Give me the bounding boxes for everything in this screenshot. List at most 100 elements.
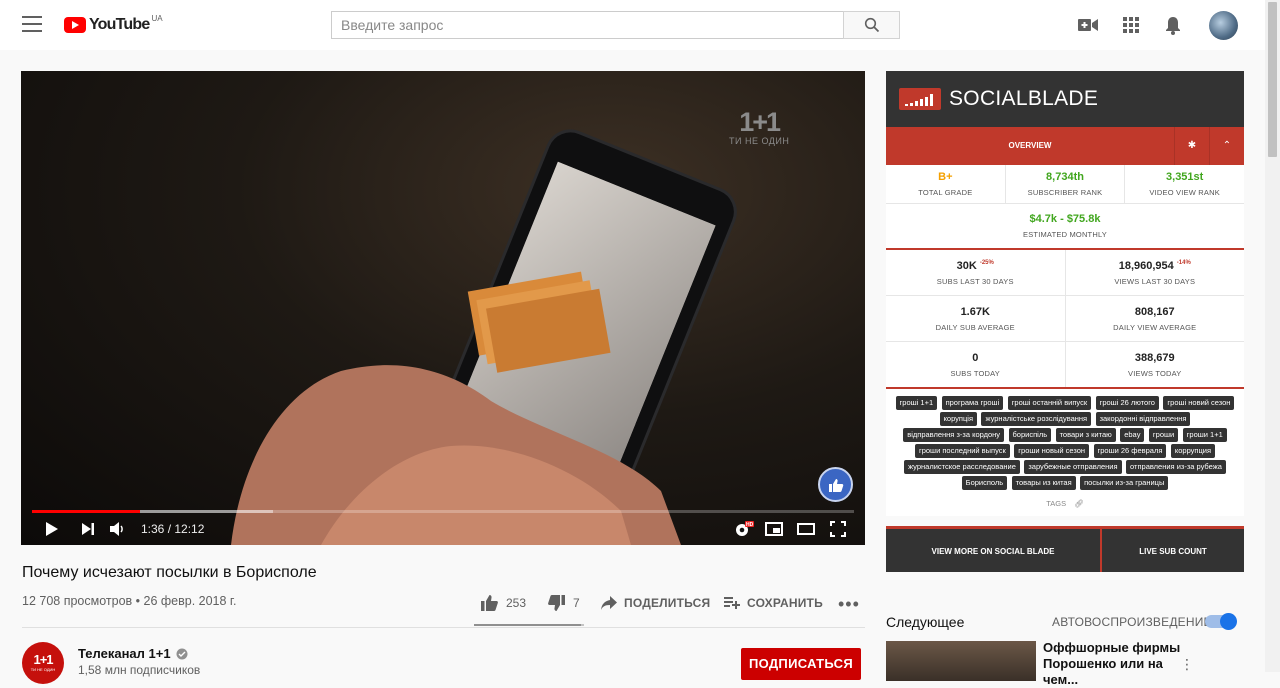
scrollbar-thumb[interactable] (1268, 2, 1277, 157)
play-icon (46, 522, 58, 536)
stat-views-today: 388,679 VIEWS TODAY (1064, 342, 1245, 387)
next-button[interactable] (79, 519, 97, 539)
sentiment-bar (474, 624, 584, 626)
tag-chip[interactable]: Борисполь (961, 476, 1008, 490)
stat-subs-30-days: 30K -25% SUBS LAST 30 DAYS (936, 260, 1014, 286)
tag-chip[interactable]: посылки из-за границы (1080, 476, 1169, 490)
gear-hd-icon: HD (736, 521, 754, 536)
tags-cloud: гроші 1+1 програма гроші гроші останній … (886, 389, 1244, 495)
next-video-thumbnail[interactable] (886, 641, 1036, 681)
bell-icon[interactable] (1163, 15, 1183, 35)
thumbs-down-icon (548, 595, 565, 611)
miniplayer-button[interactable] (764, 519, 784, 539)
play-button[interactable] (43, 519, 61, 539)
channel-avatar[interactable]: 1+1 ТИ НЕ ОДИН (22, 642, 64, 684)
video-player[interactable]: 1+1 ТИ НЕ ОДИН 1:36 / 12:12 HD (21, 71, 865, 545)
view-more-button[interactable]: VIEW MORE ON SOCIAL BLADE (886, 526, 1100, 572)
stat-estimated-monthly: $4.7k - $75.8k ESTIMATED MONTHLY (1023, 213, 1107, 239)
tab-overview[interactable]: OVERVIEW (886, 127, 1174, 165)
stat-views-30-days: 18,960,954 -14% VIEWS LAST 30 DAYS (1064, 250, 1245, 295)
search-box (331, 11, 900, 39)
tag-chip[interactable]: гроші 26 лютого (1095, 396, 1159, 410)
tag-chip[interactable]: гроши последний выпуск (914, 444, 1010, 458)
socialblade-panel: SOCIALBLADE OVERVIEW ✱ ⌃ B+ TOTAL GRADE … (886, 71, 1244, 572)
tag-chip[interactable]: гроші останній випуск (1007, 396, 1092, 410)
like-button[interactable]: 253 (481, 594, 526, 612)
tag-chip[interactable]: гроші 1+1 (895, 396, 938, 410)
tag-chip[interactable]: журналистское расследование (904, 460, 1020, 474)
gear-icon[interactable]: ✱ (1174, 127, 1209, 165)
miniplayer-icon (765, 522, 783, 536)
theater-icon (797, 523, 815, 535)
tag-chip[interactable]: гроши новый сезон (1014, 444, 1090, 458)
share-button[interactable]: ПОДЕЛИТЬСЯ (601, 594, 710, 612)
region-code: UA (151, 14, 163, 23)
tag-chip[interactable]: бориспіль (1008, 428, 1052, 442)
tag-chip[interactable]: коррупция (1170, 444, 1216, 458)
tag-chip[interactable]: гроши 26 февраля (1093, 444, 1167, 458)
more-vert-icon[interactable]: ⋮ (1180, 656, 1194, 673)
socialblade-tabbar: OVERVIEW ✱ ⌃ (886, 127, 1244, 165)
tag-chip[interactable]: закордонні відправлення (1095, 412, 1191, 426)
settings-button[interactable]: HD (734, 519, 754, 539)
save-label: СОХРАНИТЬ (747, 596, 823, 610)
youtube-play-icon (64, 17, 86, 33)
socialblade-stats: B+ TOTAL GRADE 8,734th SUBSCRIBER RANK 3… (886, 165, 1244, 516)
subscribe-button[interactable]: ПОДПИСАТЬСЯ (741, 648, 861, 680)
channel-watermark: 1+1 ТИ НЕ ОДИН (729, 107, 790, 146)
tag-chip[interactable]: зарубежные отправления (1024, 460, 1122, 474)
theater-mode-button[interactable] (796, 519, 816, 539)
thumbs-up-icon (828, 478, 843, 492)
divider (22, 627, 865, 628)
dislike-button[interactable]: 7 (548, 594, 580, 612)
stat-subscriber-rank: 8,734th SUBSCRIBER RANK (1004, 165, 1125, 203)
video-title: Почему исчезают посылки в Борисполе (22, 564, 317, 581)
up-next-heading: Следующее (886, 614, 965, 630)
more-actions-icon[interactable]: ••• (838, 595, 860, 613)
tag-chip[interactable]: отправления из-за рубежа (1126, 460, 1226, 474)
tag-chip[interactable]: відправлення з-за кордону (903, 428, 1005, 442)
socialblade-logo-icon (899, 88, 941, 110)
seek-bar[interactable] (32, 510, 854, 513)
youtube-logo[interactable]: YouTube UA (64, 14, 163, 36)
stat-daily-view-average: 808,167 DAILY VIEW AVERAGE (1064, 296, 1245, 341)
tag-chip[interactable]: програма гроші (941, 396, 1004, 410)
account-avatar[interactable] (1209, 11, 1238, 40)
tag-chip[interactable]: корупція (939, 412, 978, 426)
video-camera-icon[interactable] (1078, 15, 1098, 35)
autoplay-toggle[interactable] (1205, 613, 1237, 630)
stat-daily-sub-average: 1.67K DAILY SUB AVERAGE (935, 306, 1015, 332)
dislike-count: 7 (573, 596, 580, 610)
search-button[interactable] (843, 11, 900, 39)
like-count: 253 (506, 596, 527, 610)
volume-button[interactable] (109, 519, 127, 539)
search-input[interactable] (331, 11, 843, 39)
channel-subscriber-count: 1,58 млн подписчиков (78, 663, 201, 677)
menu-icon[interactable] (22, 16, 42, 32)
played-bar (32, 510, 140, 513)
chevron-up-icon[interactable]: ⌃ (1209, 127, 1244, 165)
tag-chip[interactable]: ebay (1120, 428, 1145, 442)
tag-chip[interactable]: гроші новий сезон (1163, 396, 1235, 410)
save-button[interactable]: СОХРАНИТЬ (724, 594, 823, 612)
svg-text:HD: HD (746, 522, 754, 528)
tags-footer: TAGS 🔗︎ (1046, 499, 1084, 508)
tag-chip[interactable]: товари з китаю (1055, 428, 1116, 442)
channel-name[interactable]: Телеканал 1+1 (78, 646, 188, 661)
tag-chip[interactable]: гроши (1148, 428, 1179, 442)
share-arrow-icon (601, 596, 617, 610)
live-sub-count-button[interactable]: LIVE SUB COUNT (1102, 526, 1244, 572)
socialblade-like-button[interactable] (818, 467, 853, 502)
logo-text: YouTube (89, 16, 150, 33)
next-video-title[interactable]: Оффшорные фирмы Порошенко или на чем... (1043, 640, 1193, 688)
toggle-knob (1220, 613, 1237, 630)
socialblade-footer: VIEW MORE ON SOCIAL BLADE LIVE SUB COUNT (886, 526, 1244, 572)
volume-icon (110, 522, 123, 536)
apps-grid-icon[interactable] (1121, 15, 1141, 35)
tag-chip[interactable]: гроши 1+1 (1182, 428, 1227, 442)
tag-chip[interactable]: журналістське розслідування (981, 412, 1092, 426)
channel-name-text: Телеканал 1+1 (78, 646, 171, 661)
fullscreen-icon (830, 521, 846, 537)
tag-chip[interactable]: товары из китая (1011, 476, 1076, 490)
fullscreen-button[interactable] (829, 519, 847, 539)
